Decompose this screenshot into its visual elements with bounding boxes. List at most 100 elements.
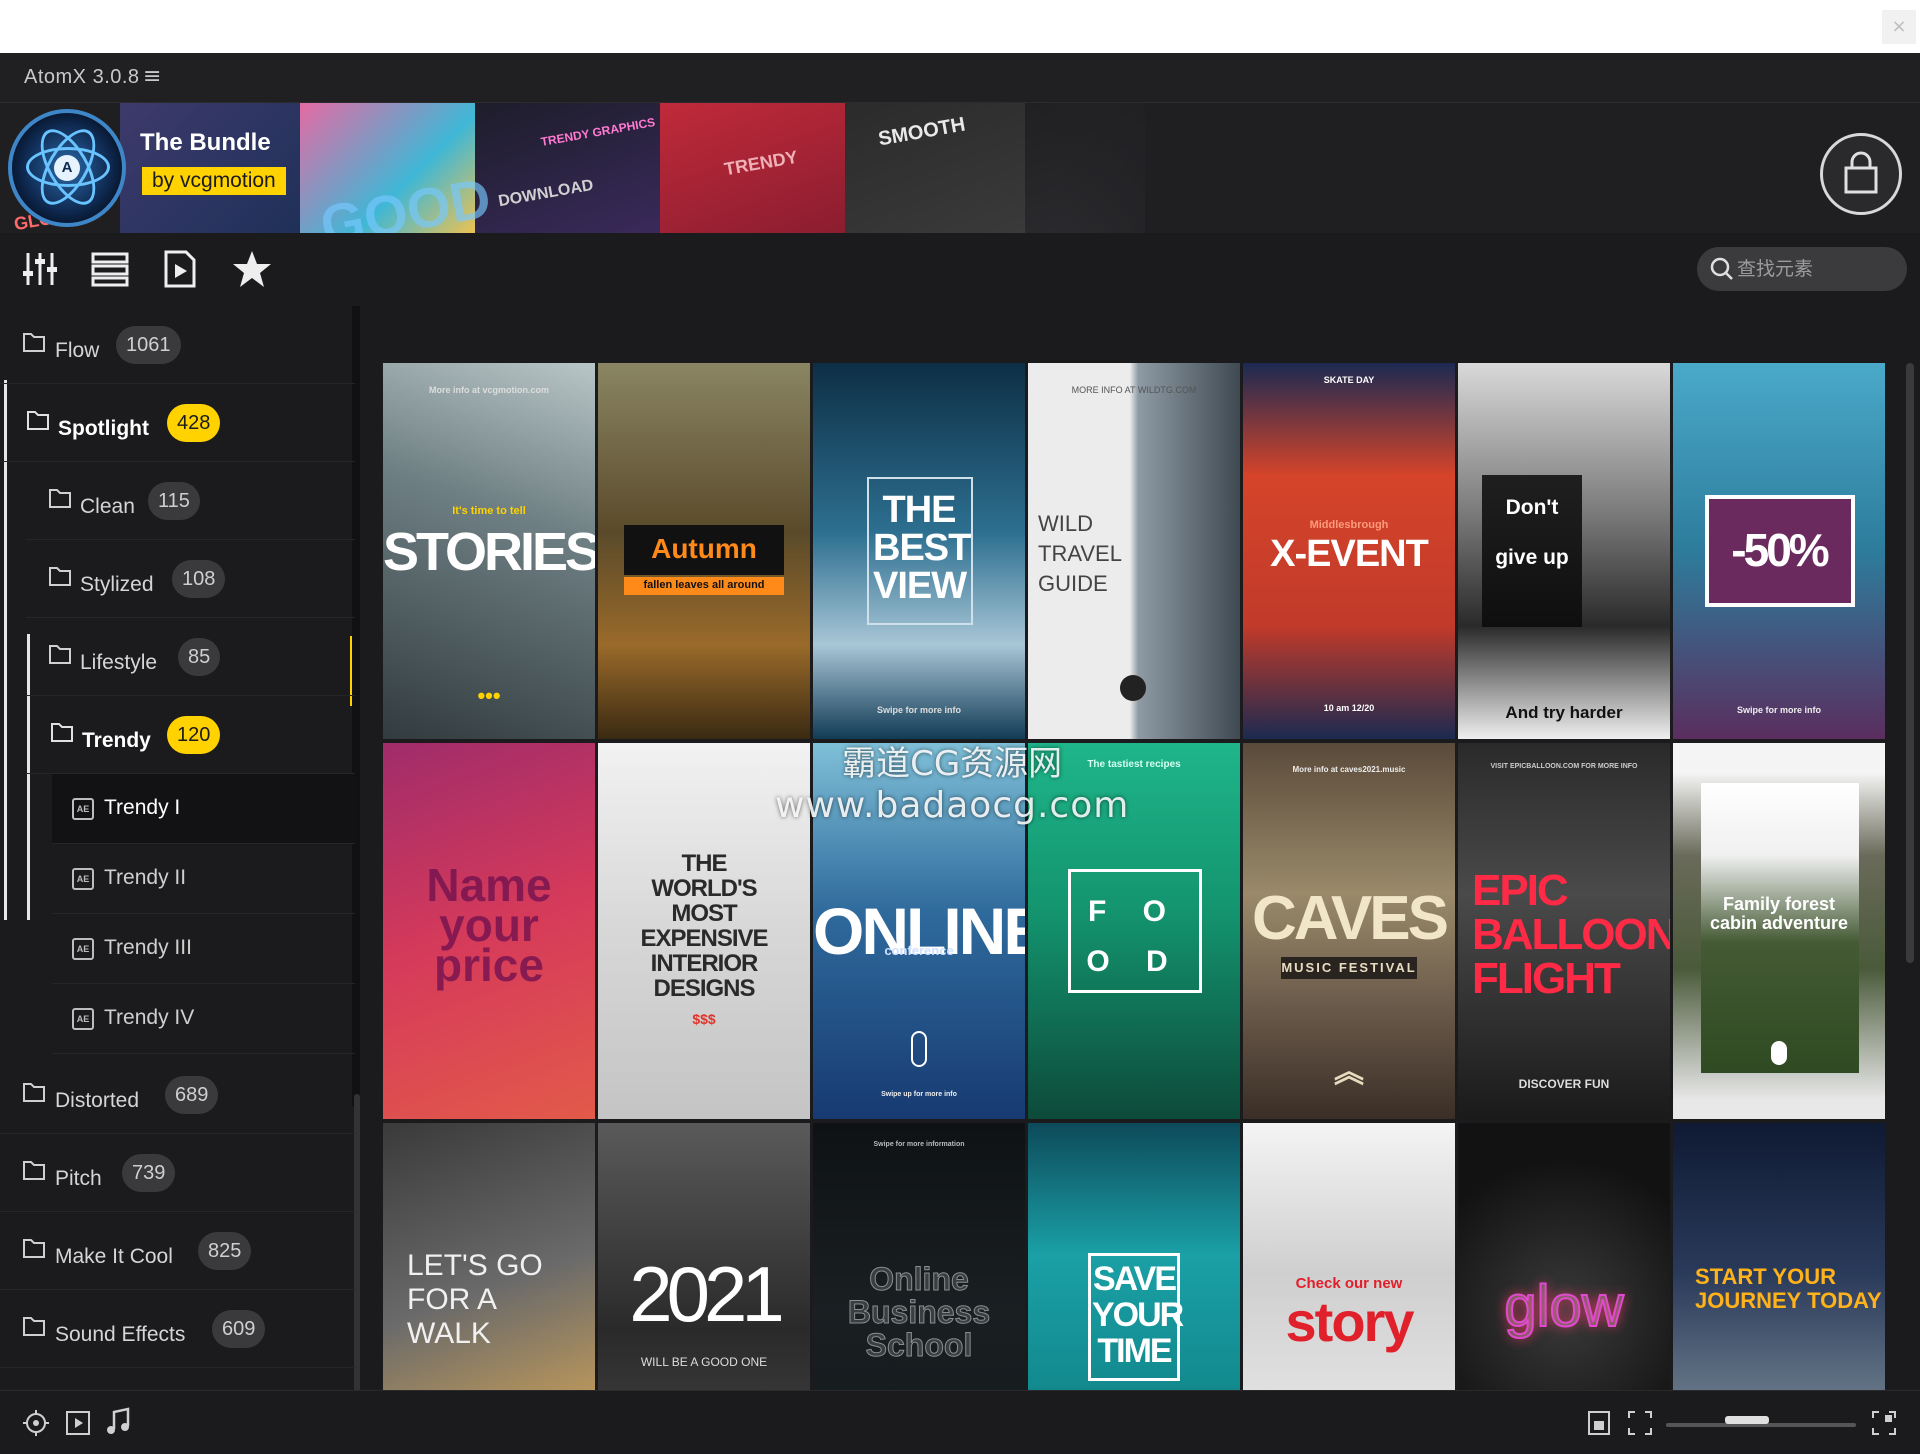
music-note-icon[interactable] <box>104 1407 132 1437</box>
sidebar-subitem-label: Trendy I <box>104 796 181 819</box>
sidebar-item-label: Flow <box>55 339 100 362</box>
card-sub-text: DISCOVER FUN <box>1518 1077 1610 1091</box>
sidebar-item-spotlight[interactable]: Spotlight 428 <box>0 384 355 462</box>
sidebar-item-flow[interactable]: Flow 1061 <box>0 306 355 384</box>
shopping-bag-icon <box>1844 151 1878 194</box>
sidebar-subitem-trendy-iii[interactable]: AE Trendy III <box>52 914 355 984</box>
sidebar-item-distorted[interactable]: Distorted 689 <box>0 1056 355 1134</box>
folder-icon <box>23 1083 45 1102</box>
crosshair-icon[interactable] <box>22 1409 50 1437</box>
count-badge: 609 <box>212 1310 266 1348</box>
card-sub-text: WILL BE A GOOD ONE <box>640 1355 768 1369</box>
search-box[interactable] <box>1697 247 1907 291</box>
bundle-banner[interactable]: TRENDY GRAPHICS DOWNLOAD TRENDY SMOOTH G… <box>0 103 1920 233</box>
fit-icon[interactable] <box>1626 1409 1654 1437</box>
scroll-hint-icon <box>911 1031 927 1067</box>
search-input[interactable] <box>1737 255 1897 283</box>
template-card-50-percent[interactable]: -50% Swipe for more info <box>1673 363 1885 739</box>
sidebar-item-lifestyle[interactable]: Lifestyle 85 <box>26 618 355 696</box>
folder-icon <box>23 333 45 352</box>
hamburger-menu-icon[interactable]: ≡ <box>143 64 161 89</box>
star-icon[interactable] <box>232 249 272 289</box>
card-title: Autumn <box>651 533 757 564</box>
ae-project-icon: AE <box>72 868 94 890</box>
card-title: story <box>1285 1290 1415 1353</box>
template-grid: More info at vcgmotion.com It's time to … <box>383 363 1888 1436</box>
folder-icon <box>49 645 71 664</box>
count-badge: 825 <box>198 1232 252 1270</box>
sidebar-item-stylized[interactable]: Stylized 108 <box>26 540 355 618</box>
category-sidebar: Flow 1061 Spotlight 428 Clean 115 Styliz… <box>0 306 365 1436</box>
lock-icon[interactable] <box>1586 1409 1612 1437</box>
card-sub-text: Swipe for more info <box>1736 705 1821 715</box>
card-top-text: Swipe for more information <box>873 1141 965 1148</box>
card-title: 2021 <box>629 1250 785 1338</box>
card-top-text: VISIT EPICBALLOON.COM FOR MORE INFO <box>1490 763 1638 770</box>
sidebar-item-label: Lifestyle <box>80 651 158 674</box>
bundle-byline: by vcgmotion <box>142 167 286 195</box>
play-box-icon[interactable] <box>64 1409 92 1437</box>
sidebar-item-sound-effects[interactable]: Sound Effects 609 <box>0 1290 355 1368</box>
sidebar-subitem-label: Trendy IV <box>104 1006 195 1029</box>
window-close-button[interactable]: × <box>1882 10 1916 44</box>
sidebar-item-label: Spotlight <box>58 417 149 440</box>
sidebar-subitem-label: Trendy II <box>104 866 187 889</box>
ae-project-icon: AE <box>72 1008 94 1030</box>
card-title: WILD TRAVEL GUIDE <box>1038 511 1122 596</box>
card-sub-text: MUSIC FESTIVAL <box>1281 960 1417 975</box>
template-card-caves[interactable]: More info at caves2021.music CAVES MUSIC… <box>1243 743 1455 1119</box>
sidebar-subitem-trendy-i[interactable]: AE Trendy I <box>52 774 355 844</box>
zoom-slider-thumb[interactable] <box>1725 1416 1769 1424</box>
sidebar-subitem-label: Trendy III <box>104 936 192 959</box>
count-badge: 108 <box>172 560 226 598</box>
card-title: THE WORLD'S MOST EXPENSIVE INTERIOR DESI… <box>640 850 768 1002</box>
card-title: THE BEST VIEW <box>873 489 971 607</box>
count-badge: 120 <box>167 716 221 754</box>
sidebar-item-label: Clean <box>80 495 135 518</box>
sidebar-item-label: Pitch <box>55 1167 102 1190</box>
card-top-text: More info at caves2021.music <box>1292 765 1406 774</box>
sidebar-item-make-it-cool[interactable]: Make It Cool 825 <box>0 1212 355 1290</box>
template-card-dont-give-up[interactable]: Don't give up And try harder <box>1458 363 1670 739</box>
card-title: X-EVENT <box>1270 533 1429 575</box>
card-dots: ••• <box>477 683 501 708</box>
card-title: Online Business School <box>847 1261 991 1363</box>
video-file-icon[interactable] <box>160 249 200 289</box>
template-card-family-cabin[interactable]: Family forest cabin adventure <box>1673 743 1885 1119</box>
list-icon[interactable] <box>90 249 130 289</box>
sidebar-subitem-trendy-ii[interactable]: AE Trendy II <box>52 844 355 914</box>
card-sub-text: Swipe for more info <box>876 705 961 715</box>
template-card-stories[interactable]: More info at vcgmotion.com It's time to … <box>383 363 595 739</box>
template-card-wild-travel[interactable]: MORE INFO AT WILDTG.COM WILD TRAVEL GUID… <box>1028 363 1240 739</box>
sidebar-item-clean[interactable]: Clean 115 <box>26 462 355 540</box>
expand-icon[interactable] <box>1870 1409 1898 1437</box>
folder-icon <box>49 489 71 508</box>
sidebar-item-label: Trendy <box>82 729 151 752</box>
card-title: LET'S GO FOR A WALK <box>407 1249 543 1350</box>
template-card-best-view[interactable]: THE BEST VIEW Swipe for more info <box>813 363 1025 739</box>
os-top-strip: × <box>0 0 1920 53</box>
card-title: STORIES <box>383 522 595 582</box>
card-sub-text: $$$ <box>692 1011 716 1027</box>
template-card-name-your-price[interactable]: Name your price <box>383 743 595 1119</box>
sidebar-subitem-trendy-iv[interactable]: AE Trendy IV <box>52 984 355 1054</box>
sidebar-item-label: Stylized <box>80 573 154 596</box>
template-card-x-event[interactable]: SKATE DAY Middlesbrough X-EVENT 10 am 12… <box>1243 363 1455 739</box>
template-card-epic-balloon[interactable]: VISIT EPICBALLOON.COM FOR MORE INFO EPIC… <box>1458 743 1670 1119</box>
app-title: AtomX 3.0.8 <box>24 66 140 88</box>
grid-scrollbar[interactable] <box>1906 363 1914 963</box>
card-title: Family forest cabin adventure <box>1709 894 1849 933</box>
card-sub-text: And try harder <box>1505 703 1623 722</box>
store-bag-button[interactable] <box>1820 133 1902 215</box>
card-dot-icon <box>1120 675 1146 701</box>
atomx-logo: A <box>8 109 126 227</box>
chevron-up-icon: ︽ <box>1334 1056 1364 1089</box>
count-badge: 739 <box>122 1154 176 1192</box>
card-title: START YOUR JOURNEY TODAY <box>1695 1264 1882 1313</box>
sidebar-item-trendy[interactable]: Trendy 120 <box>26 696 355 774</box>
sliders-icon[interactable] <box>20 249 60 289</box>
sidebar-item-pitch[interactable]: Pitch 739 <box>0 1134 355 1212</box>
template-card-autumn[interactable]: Autumn fallen leaves all around <box>598 363 810 739</box>
watermark-line2: www.badaocg.com <box>775 785 1130 826</box>
folder-icon <box>51 723 73 742</box>
